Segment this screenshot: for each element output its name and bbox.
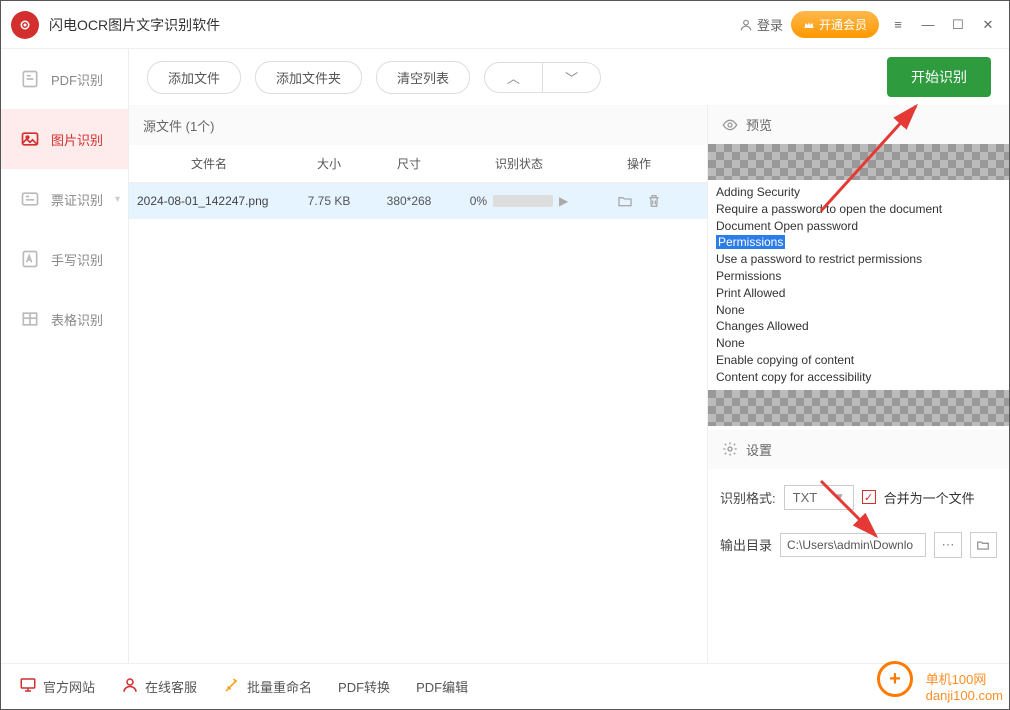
- format-select[interactable]: TXT ▼: [784, 485, 854, 510]
- sidebar-item-ticket[interactable]: 票证识别 ▾: [1, 169, 128, 229]
- open-folder-button[interactable]: [970, 532, 997, 558]
- preview-header: 预览: [708, 105, 1009, 144]
- wand-icon: [223, 676, 241, 697]
- sidebar-item-pdf[interactable]: PDF识别: [1, 49, 128, 109]
- clear-list-button[interactable]: 清空列表: [376, 61, 470, 94]
- add-folder-button[interactable]: 添加文件夹: [255, 61, 362, 94]
- sidebar-item-handwrite[interactable]: 手写识别: [1, 229, 128, 289]
- col-dim: 尺寸: [369, 145, 449, 182]
- checker-top: [708, 144, 1009, 180]
- add-file-button[interactable]: 添加文件: [147, 61, 241, 94]
- outdir-label: 输出目录: [720, 535, 772, 554]
- image-icon: [19, 128, 41, 150]
- checker-bottom: [708, 390, 1009, 426]
- ticket-icon: [19, 188, 41, 210]
- outdir-input[interactable]: C:\Users\admin\Downlo: [780, 533, 926, 557]
- minimize-icon[interactable]: —: [917, 14, 939, 36]
- preview-text: Adding SecurityRequire a password to ope…: [708, 180, 1009, 390]
- sidebar-item-label: 图片识别: [51, 130, 103, 149]
- maximize-icon[interactable]: ☐: [947, 14, 969, 36]
- trash-icon[interactable]: [646, 193, 662, 209]
- support-icon: [121, 676, 139, 697]
- chevron-down-icon: ▼: [835, 492, 845, 503]
- gear-icon: [722, 441, 738, 457]
- table-icon: [19, 308, 41, 330]
- cell-size: 7.75 KB: [289, 184, 369, 218]
- footer-support[interactable]: 在线客服: [121, 676, 197, 697]
- format-label: 识别格式:: [720, 488, 776, 507]
- user-icon: [739, 18, 753, 32]
- nav-up-button[interactable]: ︿: [485, 63, 543, 92]
- cell-name: 2024-08-01_142247.png: [129, 184, 289, 218]
- nav-group: ︿ ﹀: [484, 62, 601, 93]
- login-button[interactable]: 登录: [739, 15, 783, 34]
- crown-icon: [803, 19, 815, 31]
- footer-rename[interactable]: 批量重命名: [223, 676, 312, 697]
- table-header: 文件名 大小 尺寸 识别状态 操作: [129, 145, 707, 183]
- footer-site[interactable]: 官方网站: [19, 676, 95, 697]
- sidebar-item-label: 票证识别: [51, 190, 103, 209]
- col-name: 文件名: [129, 145, 289, 182]
- start-recognition-button[interactable]: 开始识别: [887, 57, 991, 97]
- vip-button[interactable]: 开通会员: [791, 11, 879, 38]
- merge-label: 合并为一个文件: [884, 488, 975, 507]
- nav-down-button[interactable]: ﹀: [543, 63, 600, 92]
- folder-icon[interactable]: [616, 193, 634, 209]
- sidebar-item-label: 表格识别: [51, 310, 103, 329]
- sidebar: PDF识别 图片识别 票证识别 ▾ 手写识别 表格识别: [1, 49, 129, 663]
- merge-checkbox[interactable]: ✓: [862, 490, 876, 504]
- more-button[interactable]: ⋯: [934, 532, 961, 558]
- col-op: 操作: [589, 145, 689, 182]
- handwrite-icon: [19, 248, 41, 270]
- col-size: 大小: [289, 145, 369, 182]
- app-logo: [11, 11, 39, 39]
- monitor-icon: [19, 676, 37, 697]
- play-icon[interactable]: ▶: [559, 194, 568, 208]
- sidebar-item-label: 手写识别: [51, 250, 103, 269]
- sidebar-item-image[interactable]: 图片识别: [1, 109, 128, 169]
- pdf-icon: [19, 68, 41, 90]
- progress-text: 0%: [470, 194, 487, 208]
- footer-pdf-edit[interactable]: PDF编辑: [416, 677, 468, 696]
- table-row[interactable]: 2024-08-01_142247.png 7.75 KB 380*268 0%…: [129, 183, 707, 219]
- eye-icon: [722, 117, 738, 133]
- watermark-bubble: +: [877, 661, 913, 697]
- sidebar-item-table[interactable]: 表格识别: [1, 289, 128, 349]
- source-header: 源文件 (1个): [129, 106, 707, 145]
- chevron-down-icon: ▾: [115, 194, 120, 205]
- cell-dim: 380*268: [369, 184, 449, 218]
- close-icon[interactable]: ✕: [977, 14, 999, 36]
- progress-bar: [493, 195, 553, 207]
- footer-pdf-convert[interactable]: PDF转换: [338, 677, 390, 696]
- watermark: 单机100网danji100.com: [926, 669, 1003, 703]
- app-title: 闪电OCR图片文字识别软件: [49, 15, 739, 35]
- menu-icon[interactable]: ≡: [887, 14, 909, 36]
- settings-header: 设置: [708, 430, 1009, 469]
- sidebar-item-label: PDF识别: [51, 70, 103, 89]
- col-status: 识别状态: [449, 145, 589, 182]
